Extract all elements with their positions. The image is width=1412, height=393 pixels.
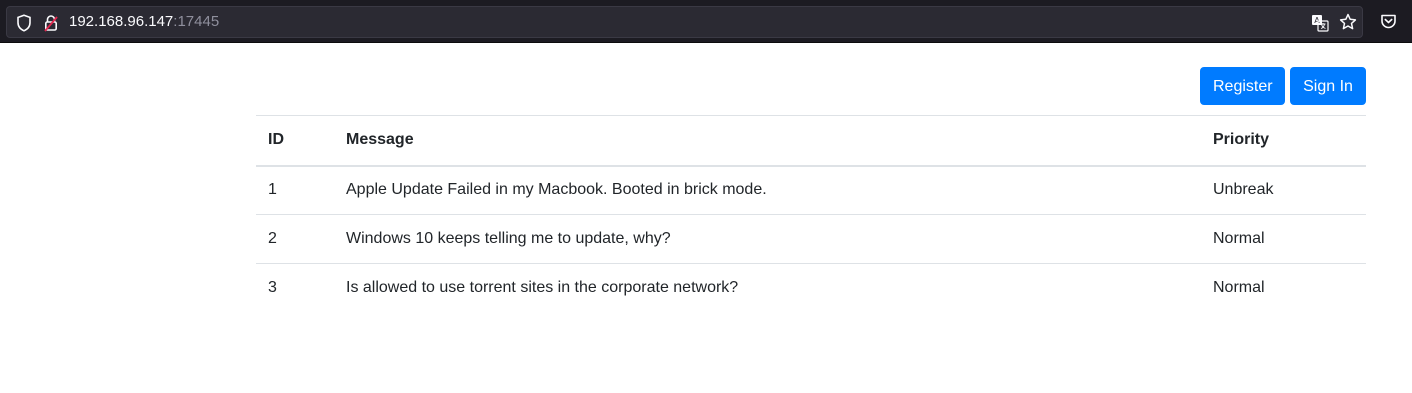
column-header-priority: Priority	[1201, 115, 1366, 167]
url-host: 192.168.96.147	[69, 13, 174, 30]
table-header-row: ID Message Priority	[256, 115, 1366, 167]
insecure-lock-icon[interactable]	[44, 14, 58, 32]
browser-toolbar: 192.168.96.147:17445 A	[0, 0, 1412, 43]
column-header-id: ID	[256, 115, 334, 167]
ticket-message: Is allowed to use torrent sites in the c…	[334, 263, 1201, 313]
ticket-message: Apple Update Failed in my Macbook. Boote…	[346, 181, 767, 199]
ticket-id: 3	[256, 263, 334, 313]
url-text[interactable]: 192.168.96.147:17445	[69, 7, 219, 37]
table-row: 3 Is allowed to use torrent sites in the…	[256, 263, 1366, 313]
ticket-priority: Normal	[1201, 214, 1366, 264]
table-row: 2 Windows 10 keeps telling me to update,…	[256, 214, 1366, 264]
table-header: ID Message Priority	[256, 115, 1366, 167]
translate-icon[interactable]: A	[1311, 14, 1329, 32]
table-row: 1 Apple Update Failed in my Macbook. Boo…	[256, 166, 1366, 215]
shield-icon[interactable]	[16, 14, 32, 32]
sign-in-button[interactable]: Sign In	[1290, 67, 1366, 105]
ticket-priority: Unbreak	[1213, 181, 1274, 199]
ticket-id: 1	[268, 181, 277, 199]
register-button[interactable]: Register	[1200, 67, 1285, 105]
column-header-message: Message	[334, 115, 1201, 167]
ticket-priority: Normal	[1201, 263, 1366, 313]
ticket-id: 2	[256, 214, 334, 264]
tickets-table: ID Message Priority 1 Apple Update Faile…	[256, 115, 1366, 313]
star-icon[interactable]	[1339, 13, 1357, 31]
url-bar[interactable]: 192.168.96.147:17445 A	[6, 6, 1363, 38]
ticket-message: Windows 10 keeps telling me to update, w…	[334, 214, 1201, 264]
table-body: 1 Apple Update Failed in my Macbook. Boo…	[256, 166, 1366, 313]
pocket-icon[interactable]	[1380, 13, 1397, 30]
url-port: :17445	[173, 13, 220, 30]
